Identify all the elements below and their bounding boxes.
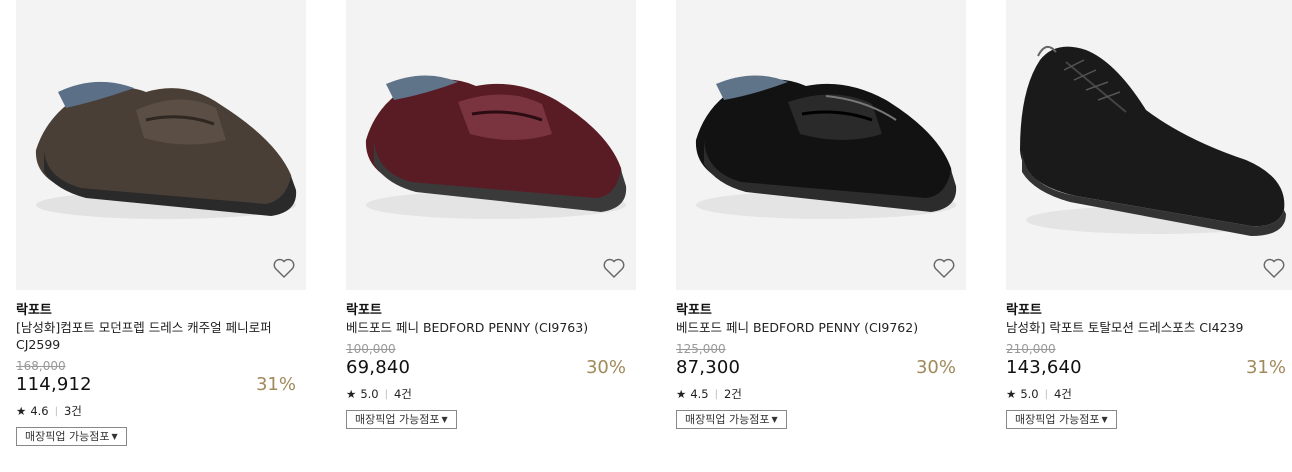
discount-rate: 31% (1245, 357, 1286, 378)
star-icon: ★ (676, 387, 687, 401)
heart-icon[interactable] (602, 256, 626, 280)
sale-price: 69,840 (346, 357, 411, 378)
store-pickup-button[interactable]: 매장픽업 가능점포 ▼ (1006, 410, 1117, 429)
divider: | (384, 388, 388, 400)
derby-shoe-image (1020, 45, 1286, 236)
caret-down-icon: ▼ (441, 415, 448, 424)
product-card[interactable]: 락포트 남성화] 락포트 토탈모션 드레스포츠 CI4239 210,000 1… (1006, 0, 1292, 429)
pickup-label: 매장픽업 가능점포 (685, 413, 770, 426)
heart-icon[interactable] (932, 256, 956, 280)
original-price: 125,000 (676, 342, 726, 356)
product-card[interactable]: 락포트 베드포드 페니 BEDFORD PENNY (CI9762) 125,0… (676, 0, 966, 429)
rating-value: 4.5 (690, 387, 709, 401)
product-title[interactable]: [남성화]컴포트 모던프렙 드레스 캐주얼 페니로퍼 CJ2599 (16, 319, 286, 353)
product-title[interactable]: 베드포드 페니 BEDFORD PENNY (CI9763) (346, 319, 616, 336)
product-image[interactable] (676, 0, 966, 290)
brand-name: 락포트 (346, 303, 382, 318)
original-price: 210,000 (1006, 342, 1056, 356)
store-pickup-button[interactable]: 매장픽업 가능점포 ▼ (346, 410, 457, 429)
review-count: 2건 (723, 387, 742, 401)
caret-down-icon: ▼ (771, 415, 778, 424)
review-count: 4건 (393, 387, 412, 401)
divider: | (54, 405, 58, 417)
divider: | (714, 388, 718, 400)
store-pickup-button[interactable]: 매장픽업 가능점포 ▼ (16, 427, 127, 446)
rating-value: 4.6 (30, 404, 49, 418)
rating-value: 5.0 (1020, 387, 1039, 401)
store-pickup-button[interactable]: 매장픽업 가능점포 ▼ (676, 410, 787, 429)
penny-loafer-image (365, 75, 627, 219)
product-card[interactable]: 락포트 베드포드 페니 BEDFORD PENNY (CI9763) 100,0… (346, 0, 636, 429)
penny-loafer-image (35, 81, 297, 219)
discount-rate: 30% (915, 357, 956, 378)
brand-name: 락포트 (676, 303, 712, 318)
product-title[interactable]: 남성화] 락포트 토탈모션 드레스포츠 CI4239 (1006, 319, 1276, 336)
brand-name: 락포트 (16, 303, 52, 318)
rating: ★ 5.0 | 4건 (1006, 386, 1072, 402)
divider: | (1044, 388, 1048, 400)
review-count: 3건 (63, 404, 82, 418)
caret-down-icon: ▼ (111, 432, 118, 441)
pickup-label: 매장픽업 가능점포 (355, 413, 440, 426)
product-image[interactable] (16, 0, 306, 290)
heart-icon[interactable] (272, 256, 296, 280)
sale-price: 114,912 (16, 374, 92, 395)
product-title[interactable]: 베드포드 페니 BEDFORD PENNY (CI9762) (676, 319, 946, 336)
rating: ★ 5.0 | 4건 (346, 386, 412, 402)
pickup-label: 매장픽업 가능점포 (25, 430, 110, 443)
rating: ★ 4.5 | 2건 (676, 386, 742, 402)
original-price: 100,000 (346, 342, 396, 356)
sale-price: 143,640 (1006, 357, 1082, 378)
star-icon: ★ (16, 404, 27, 418)
discount-rate: 31% (255, 374, 296, 395)
star-icon: ★ (346, 387, 357, 401)
original-price: 168,000 (16, 359, 66, 373)
heart-icon[interactable] (1262, 256, 1286, 280)
rating: ★ 4.6 | 3건 (16, 403, 82, 419)
discount-rate: 30% (585, 357, 626, 378)
product-card[interactable]: 락포트 [남성화]컴포트 모던프렙 드레스 캐주얼 페니로퍼 CJ2599 16… (16, 0, 306, 446)
product-image[interactable] (1006, 0, 1292, 290)
brand-name: 락포트 (1006, 303, 1042, 318)
sale-price: 87,300 (676, 357, 741, 378)
penny-loafer-image (695, 75, 957, 219)
product-image[interactable] (346, 0, 636, 290)
caret-down-icon: ▼ (1101, 415, 1108, 424)
star-icon: ★ (1006, 387, 1017, 401)
review-count: 4건 (1053, 387, 1072, 401)
pickup-label: 매장픽업 가능점포 (1015, 413, 1100, 426)
rating-value: 5.0 (360, 387, 379, 401)
